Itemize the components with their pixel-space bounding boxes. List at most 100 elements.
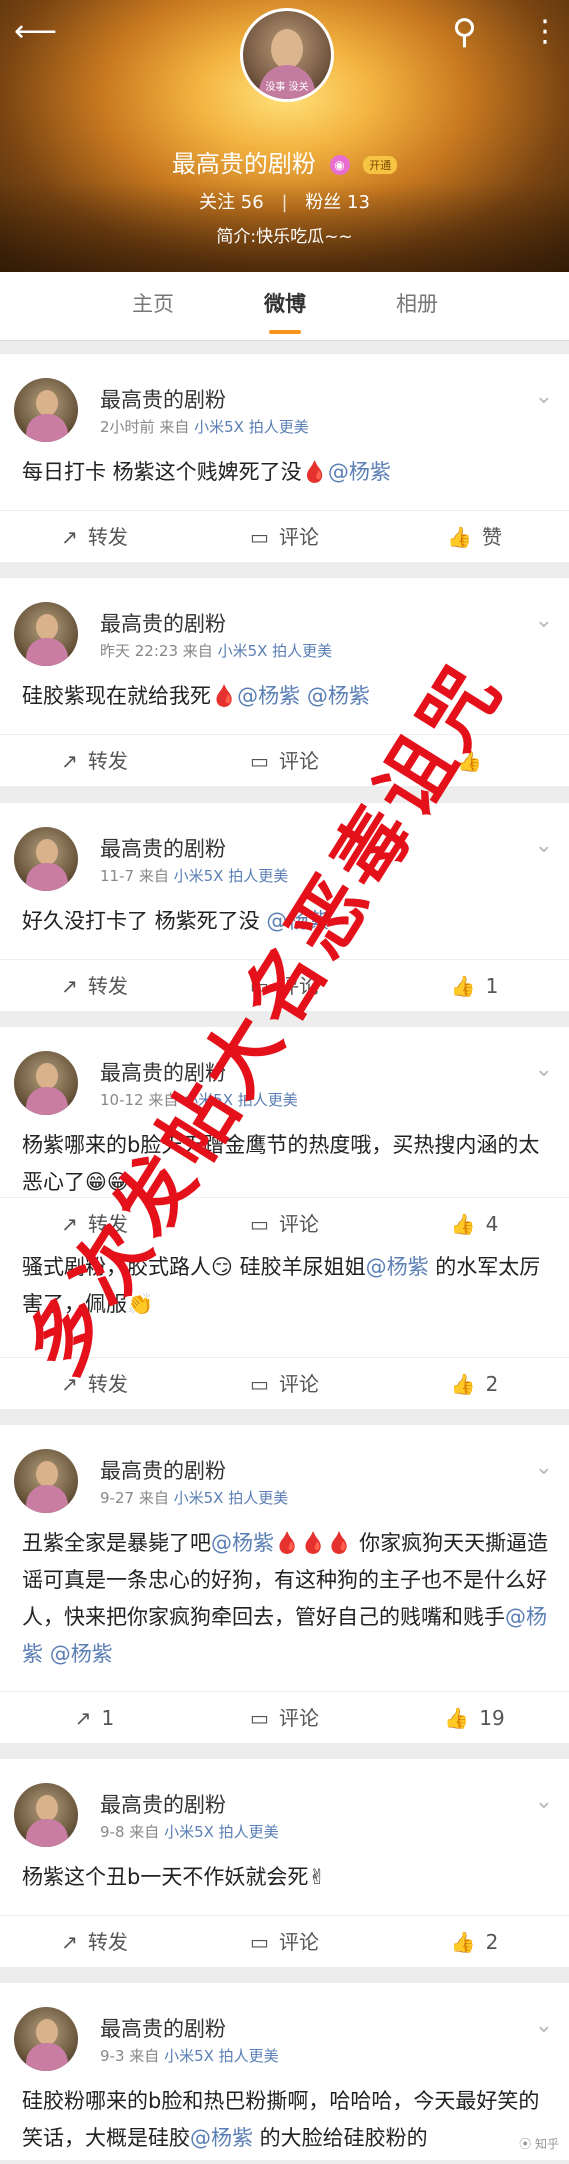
comment-button[interactable]: ▭ 评论 bbox=[190, 961, 379, 1011]
post-meta: 11-7 来自 小米5X 拍人更美 bbox=[100, 865, 288, 886]
thumbs-up-icon: 👍 bbox=[447, 525, 472, 549]
chevron-down-icon[interactable]: ⌄ bbox=[535, 608, 553, 633]
vip-icon[interactable]: ◉ bbox=[329, 155, 350, 175]
post-card[interactable]: 最高贵的剧粉 11-7 来自 小米5X 拍人更美 ⌄ 好久没打卡了 杨紫死了没 @… bbox=[0, 803, 569, 1011]
thumbs-up-icon: 👍 bbox=[457, 749, 482, 773]
thumbs-up-icon: 👍 bbox=[450, 1372, 476, 1396]
post-avatar[interactable] bbox=[14, 1449, 78, 1513]
chevron-down-icon[interactable]: ⌄ bbox=[535, 384, 553, 409]
post-author[interactable]: 最高贵的剧粉 bbox=[100, 608, 226, 638]
comment-button[interactable]: ▭ 评论 bbox=[190, 1917, 379, 1967]
repost-button[interactable]: ↗ 转发 bbox=[0, 512, 189, 562]
post-card[interactable]: 最高贵的剧粉 9-8 来自 小米5X 拍人更美 ⌄ 杨紫这个丑b一天不作妖就会死✌… bbox=[0, 1759, 569, 1967]
profile-username: 最高贵的剧粉 bbox=[171, 150, 316, 178]
post-actions: ↗ 转发 ▭ 评论 👍 1 bbox=[0, 961, 569, 1011]
post-card[interactable]: 最高贵的剧粉 10-12 来自 小米5X 拍人更美 ⌄ 杨紫哪来的b脸天天蹭金鹰节… bbox=[0, 1027, 569, 1249]
chevron-down-icon[interactable]: ⌄ bbox=[535, 2013, 553, 2038]
stats-divider: | bbox=[281, 192, 288, 213]
post-device[interactable]: 小米5X 拍人更美 bbox=[194, 418, 309, 436]
post-source-prefix: 来自 bbox=[138, 867, 169, 885]
repost-label: 转发 bbox=[87, 1930, 128, 1954]
post-actions: ↗ 1 ▭ 评论 👍 19 bbox=[0, 1693, 569, 1743]
repost-label: 1 bbox=[101, 1706, 115, 1730]
post-text: 杨紫哪来的b脸天天蹭金鹰节的热度哦，买热搜内涵的太恶心了😁😁 bbox=[22, 1133, 540, 1194]
open-membership-badge[interactable]: 开通 bbox=[363, 156, 398, 174]
repost-icon: ↗ bbox=[61, 1930, 78, 1954]
post-author[interactable]: 最高贵的剧粉 bbox=[100, 1057, 226, 1087]
repost-button[interactable]: ↗ 转发 bbox=[0, 1917, 189, 1967]
post-text: 骚式剧粉，胶式路人😏 硅胶羊尿姐姐@杨紫 的水军太厉害了，佩服👏 bbox=[22, 1255, 541, 1316]
comment-button[interactable]: ▭ 评论 bbox=[190, 512, 379, 562]
tab-home[interactable]: 主页 bbox=[132, 272, 174, 340]
following-count[interactable]: 关注 56 bbox=[199, 192, 264, 213]
comment-button[interactable]: ▭ 评论 bbox=[190, 1359, 379, 1409]
chevron-down-icon[interactable]: ⌄ bbox=[535, 1455, 553, 1480]
comment-label: 评论 bbox=[278, 525, 319, 549]
post-author[interactable]: 最高贵的剧粉 bbox=[100, 1455, 226, 1485]
avatar-face bbox=[36, 2019, 58, 2045]
like-button[interactable]: 👍 4 bbox=[380, 1199, 569, 1249]
comment-button[interactable]: ▭ 评论 bbox=[190, 1693, 379, 1743]
post-author[interactable]: 最高贵的剧粉 bbox=[100, 384, 226, 414]
back-arrow-icon[interactable]: ⟵ bbox=[14, 14, 57, 49]
like-label: 1 bbox=[485, 974, 499, 998]
repost-button[interactable]: ↗ 转发 bbox=[0, 1199, 189, 1249]
post-avatar[interactable] bbox=[14, 1051, 78, 1115]
more-options-icon[interactable]: ⋮ bbox=[530, 14, 560, 49]
post-card[interactable]: 骚式剧粉，胶式路人😏 硅胶羊尿姐姐@杨紫 的水军太厉害了，佩服👏 ↗ 转发 ▭ 评论… bbox=[0, 1249, 569, 1409]
post-author[interactable]: 最高贵的剧粉 bbox=[100, 1789, 226, 1819]
post-device[interactable]: 小米5X 拍人更美 bbox=[174, 867, 289, 885]
chevron-down-icon[interactable]: ⌄ bbox=[535, 1057, 553, 1082]
post-device[interactable]: 小米5X 拍人更美 bbox=[218, 642, 333, 660]
like-label: 2 bbox=[485, 1930, 499, 1954]
repost-button[interactable]: ↗ 转发 bbox=[0, 961, 189, 1011]
post-device[interactable]: 小米5X 拍人更美 bbox=[174, 1489, 289, 1507]
search-icon[interactable]: ⚲ bbox=[452, 12, 477, 52]
comment-label: 评论 bbox=[278, 1930, 319, 1954]
post-avatar[interactable] bbox=[14, 827, 78, 891]
divider bbox=[0, 1197, 569, 1198]
repost-button[interactable]: ↗ 1 bbox=[0, 1693, 189, 1743]
chevron-down-icon[interactable]: ⌄ bbox=[535, 1789, 553, 1814]
post-device[interactable]: 小米5X 拍人更美 bbox=[183, 1091, 298, 1109]
post-avatar[interactable] bbox=[14, 1783, 78, 1847]
thumbs-up-icon: 👍 bbox=[450, 1930, 476, 1954]
like-button[interactable]: 👍 赞 bbox=[380, 512, 569, 562]
repost-button[interactable]: ↗ 转发 bbox=[0, 1359, 189, 1409]
comment-icon: ▭ bbox=[250, 1930, 269, 1954]
post-card[interactable]: 最高贵的剧粉 9-27 来自 小米5X 拍人更美 ⌄ 丑紫全家是暴毙了吧@杨紫🩸🩸… bbox=[0, 1425, 569, 1743]
repost-button[interactable]: ↗ 转发 bbox=[0, 736, 189, 786]
post-device[interactable]: 小米5X 拍人更美 bbox=[164, 2047, 279, 2065]
followers-count[interactable]: 粉丝 13 bbox=[305, 192, 370, 213]
like-button[interactable]: 👍 19 bbox=[380, 1693, 569, 1743]
post-meta: 昨天 22:23 来自 小米5X 拍人更美 bbox=[100, 640, 332, 661]
avatar-face bbox=[36, 839, 58, 865]
post-time: 2小时前 bbox=[100, 418, 155, 436]
repost-icon: ↗ bbox=[61, 1372, 78, 1396]
post-author[interactable]: 最高贵的剧粉 bbox=[100, 2013, 226, 2043]
post-device[interactable]: 小米5X 拍人更美 bbox=[164, 1823, 279, 1841]
tab-weibo[interactable]: 微博 bbox=[264, 272, 306, 340]
post-source-prefix: 来自 bbox=[129, 1823, 160, 1841]
post-text: 硅胶紫现在就给我死🩸@杨紫 @杨紫 bbox=[22, 684, 370, 708]
comment-button[interactable]: ▭ 评论 bbox=[190, 1199, 379, 1249]
comment-button[interactable]: ▭ 评论 bbox=[190, 736, 379, 786]
chevron-down-icon[interactable]: ⌄ bbox=[535, 833, 553, 858]
comment-label: 评论 bbox=[278, 1212, 319, 1236]
post-avatar[interactable] bbox=[14, 378, 78, 442]
post-card[interactable]: 最高贵的剧粉 昨天 22:23 来自 小米5X 拍人更美 ⌄ 硅胶紫现在就给我死🩸… bbox=[0, 578, 569, 786]
profile-stats: 关注 56 | 粉丝 13 bbox=[0, 188, 569, 214]
post-avatar[interactable] bbox=[14, 602, 78, 666]
repost-icon: ↗ bbox=[61, 749, 78, 773]
post-author[interactable]: 最高贵的剧粉 bbox=[100, 833, 226, 863]
repost-label: 转发 bbox=[87, 974, 128, 998]
post-card[interactable]: 最高贵的剧粉 2小时前 来自 小米5X 拍人更美 ⌄ 每日打卡 杨紫这个贱婢死了没… bbox=[0, 354, 569, 562]
profile-avatar[interactable]: 没事 没关 bbox=[240, 8, 334, 102]
like-button[interactable]: 👍 bbox=[380, 736, 569, 786]
post-card[interactable]: 最高贵的剧粉 9-3 来自 小米5X 拍人更美 ⌄ 硅胶粉哪来的b脸和热巴粉撕啊，… bbox=[0, 1983, 569, 2160]
post-avatar[interactable] bbox=[14, 2007, 78, 2071]
tab-album[interactable]: 相册 bbox=[396, 272, 438, 340]
like-button[interactable]: 👍 2 bbox=[380, 1359, 569, 1409]
like-button[interactable]: 👍 2 bbox=[380, 1917, 569, 1967]
like-button[interactable]: 👍 1 bbox=[380, 961, 569, 1011]
